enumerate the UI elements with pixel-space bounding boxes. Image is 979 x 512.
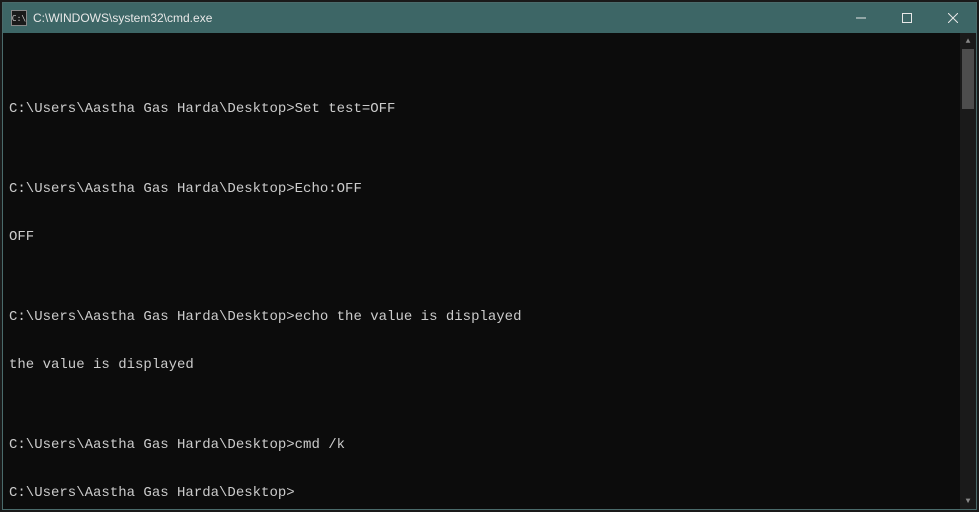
minimize-icon — [856, 13, 866, 23]
scrollbar-down-arrow-icon[interactable]: ▼ — [960, 493, 976, 509]
scrollbar-track[interactable] — [960, 49, 976, 493]
cmd-window: C:\ C:\WINDOWS\system32\cmd.exe C:\Users… — [2, 2, 977, 510]
titlebar[interactable]: C:\ C:\WINDOWS\system32\cmd.exe — [3, 3, 976, 33]
minimize-button[interactable] — [838, 3, 884, 33]
terminal-line: OFF — [9, 229, 954, 245]
terminal-line: C:\Users\Aastha Gas Harda\Desktop>Set te… — [9, 101, 954, 117]
maximize-icon — [902, 13, 912, 23]
cmd-icon: C:\ — [11, 10, 27, 26]
scrollbar-thumb[interactable] — [962, 49, 974, 109]
terminal-output[interactable]: C:\Users\Aastha Gas Harda\Desktop>Set te… — [3, 33, 960, 509]
maximize-button[interactable] — [884, 3, 930, 33]
close-button[interactable] — [930, 3, 976, 33]
terminal-line: C:\Users\Aastha Gas Harda\Desktop>Echo:O… — [9, 181, 954, 197]
scrollbar-up-arrow-icon[interactable]: ▲ — [960, 33, 976, 49]
terminal-line: C:\Users\Aastha Gas Harda\Desktop> — [9, 485, 954, 501]
terminal-line: C:\Users\Aastha Gas Harda\Desktop>cmd /k — [9, 437, 954, 453]
terminal-line: the value is displayed — [9, 357, 954, 373]
vertical-scrollbar[interactable]: ▲ ▼ — [960, 33, 976, 509]
close-icon — [948, 13, 958, 23]
terminal-line: C:\Users\Aastha Gas Harda\Desktop>echo t… — [9, 309, 954, 325]
window-title: C:\WINDOWS\system32\cmd.exe — [33, 11, 838, 25]
content-area: C:\Users\Aastha Gas Harda\Desktop>Set te… — [3, 33, 976, 509]
window-controls — [838, 3, 976, 33]
